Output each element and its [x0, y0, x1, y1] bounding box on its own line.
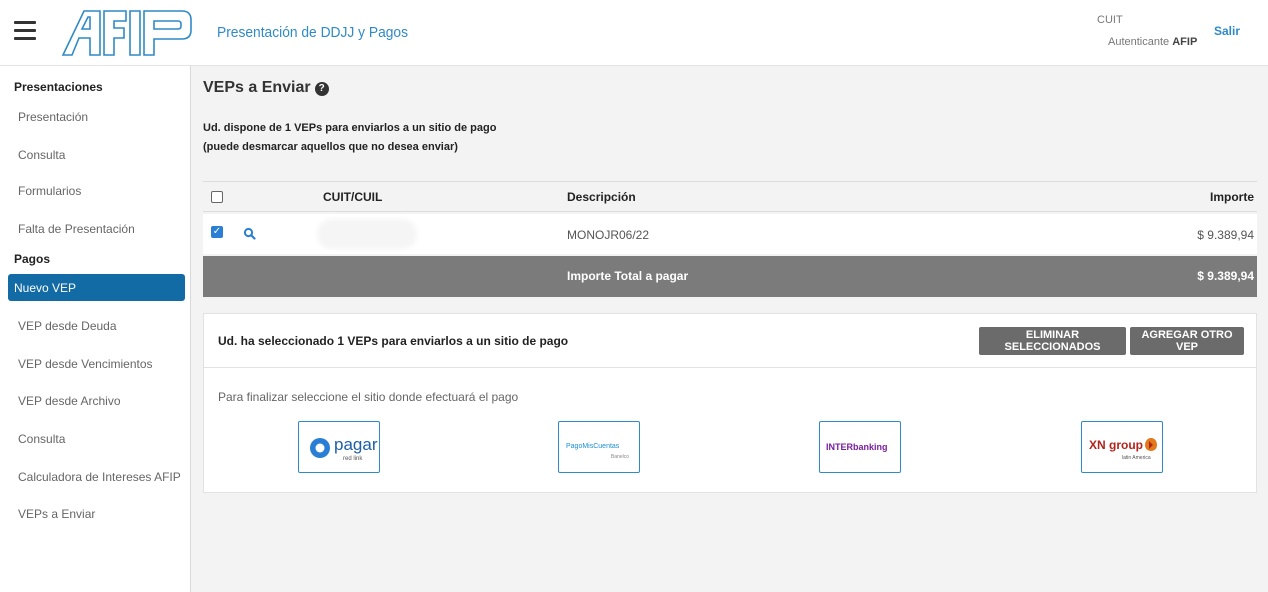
sidebar: Presentaciones Presentación Consulta For… — [0, 66, 191, 592]
row-checkbox[interactable]: ✓ — [211, 226, 223, 238]
sidebar-item-consulta-pagos[interactable]: Consulta — [18, 432, 65, 446]
afip-logo[interactable] — [60, 8, 194, 58]
total-value: $ 9.389,94 — [1197, 269, 1254, 283]
pagomiscuentas-name: PagoMisCuentas — [566, 443, 620, 450]
app-title: Presentación de DDJJ y Pagos — [217, 24, 409, 41]
main-content: VEPs a Enviar? Ud. dispone de 1 VEPs par… — [191, 66, 1268, 592]
cuit-label: CUIT — [1097, 14, 1123, 26]
logout-link[interactable]: Salir — [1214, 24, 1240, 38]
header-descripcion: Descripción — [567, 190, 636, 204]
table-row: ✓ MONOJR06/22 $ 9.389,94 — [203, 214, 1257, 254]
sidebar-item-consulta-presentaciones[interactable]: Consulta — [18, 148, 65, 162]
selection-message: Ud. ha seleccionado 1 VEPs para enviarlo… — [218, 334, 569, 348]
header-cuit: CUIT/CUIL — [323, 190, 383, 204]
page-title-text: VEPs a Enviar — [203, 79, 311, 96]
app-header: Presentación de DDJJ y Pagos CUIT Autent… — [0, 0, 1268, 66]
header-importe: Importe — [1209, 190, 1254, 204]
sidebar-item-nuevo-vep[interactable]: Nuevo VEP — [8, 274, 185, 301]
page-title: VEPs a Enviar? — [203, 79, 329, 97]
menu-icon[interactable] — [14, 21, 36, 41]
pagomiscuentas-sub: Banelco — [611, 454, 630, 460]
section-heading-presentaciones: Presentaciones — [14, 80, 103, 94]
payment-site-xn-group[interactable]: XN group latin America — [1081, 421, 1163, 473]
section-heading-pagos: Pagos — [14, 252, 51, 266]
sidebar-item-calculadora-intereses[interactable]: Calculadora de Intereses AFIP — [18, 470, 181, 484]
sidebar-item-formularios[interactable]: Formularios — [18, 184, 81, 198]
sidebar-item-vep-desde-archivo[interactable]: VEP desde Archivo — [18, 394, 121, 408]
intro-line-1: Ud. dispone de 1 VEPs para enviarlos a u… — [203, 122, 497, 134]
pagar-name: pagar — [334, 435, 378, 454]
sidebar-item-veps-a-enviar[interactable]: VEPs a Enviar — [18, 507, 95, 521]
select-all-checkbox[interactable] — [211, 191, 223, 203]
selection-panel: Ud. ha seleccionado 1 VEPs para enviarlo… — [203, 313, 1257, 493]
sidebar-item-vep-desde-vencimientos[interactable]: VEP desde Vencimientos — [18, 357, 153, 371]
xn-group-name: XN group — [1089, 438, 1143, 452]
intro-line-2: (puede desmarcar aquellos que no desea e… — [203, 141, 458, 153]
pagar-sub: red link — [343, 456, 363, 462]
delete-selected-button[interactable]: ELIMINAR SELECCIONADOS — [979, 327, 1126, 355]
payment-site-pagomiscuentas[interactable]: PagoMisCuentas Banelco — [558, 421, 640, 473]
authenticator-label: Autenticante AFIP — [1108, 36, 1197, 48]
sidebar-item-presentacion[interactable]: Presentación — [18, 110, 88, 124]
add-vep-button[interactable]: AGREGAR OTRO VEP — [1130, 327, 1244, 355]
sidebar-item-vep-desde-deuda[interactable]: VEP desde Deuda — [18, 319, 117, 333]
help-icon[interactable]: ? — [314, 82, 329, 96]
redacted-cuit — [321, 223, 413, 245]
payment-site-interbanking[interactable]: INTERbanking — [819, 421, 901, 473]
table-header: CUIT/CUIL Descripción Importe — [203, 181, 1257, 212]
row-importe: $ 9.389,94 — [1197, 228, 1254, 242]
selection-panel-header: Ud. ha seleccionado 1 VEPs para enviarlo… — [204, 314, 1256, 368]
total-row: Importe Total a pagar $ 9.389,94 — [203, 256, 1257, 297]
auth-prefix: Autenticante — [1108, 36, 1170, 48]
auth-entity: AFIP — [1172, 36, 1198, 48]
pagar-logo-icon — [310, 438, 330, 458]
xn-group-sub: latin America — [1122, 455, 1151, 461]
search-icon[interactable] — [242, 226, 258, 242]
row-descripcion: MONOJR06/22 — [567, 228, 650, 242]
payment-site-pagar[interactable]: pagar red link — [298, 421, 380, 473]
sidebar-item-falta-presentacion[interactable]: Falta de Presentación — [18, 222, 135, 236]
total-label: Importe Total a pagar — [567, 269, 689, 283]
xn-group-logo-icon — [1145, 438, 1157, 451]
payment-hint: Para finalizar seleccione el sitio donde… — [218, 390, 519, 404]
interbanking-name: INTERbanking — [826, 442, 888, 452]
